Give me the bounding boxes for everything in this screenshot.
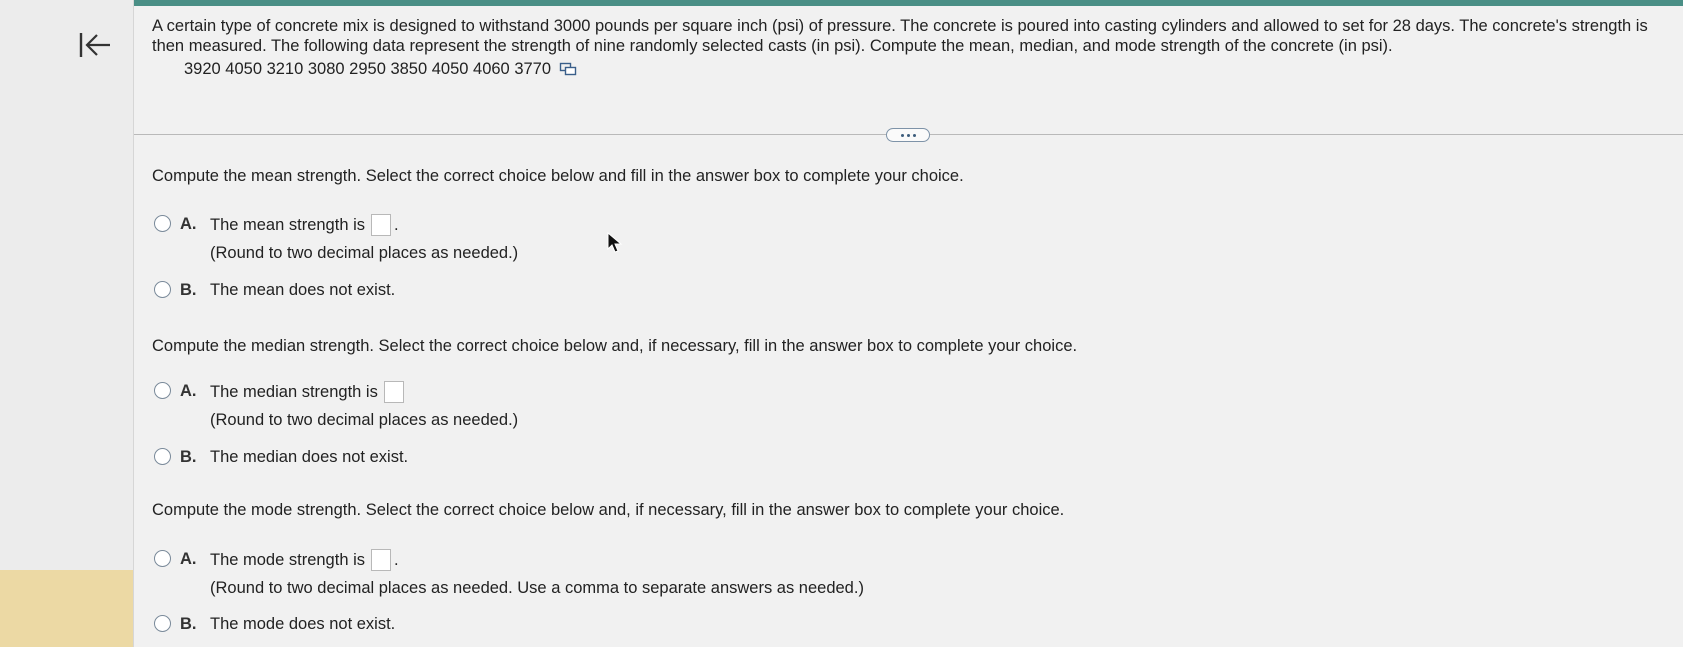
- mean-prompt: Compute the mean strength. Select the co…: [152, 167, 964, 185]
- choice-main: The median strength is: [210, 381, 518, 403]
- median-answer-box[interactable]: [383, 381, 404, 403]
- left-rail: [0, 0, 134, 647]
- copy-data-icon: [559, 62, 577, 76]
- median-b-text: The median does not exist.: [210, 448, 409, 466]
- choice-body: The median strength is (Round to two dec…: [210, 381, 518, 430]
- median-a-text: The median strength is: [210, 383, 378, 401]
- mean-choice-a-radio[interactable]: [154, 215, 171, 232]
- mean-b-text: The mean does not exist.: [210, 281, 396, 299]
- mean-answer-box[interactable]: [371, 214, 391, 236]
- choice-letter: B.: [180, 615, 197, 633]
- choice-letter: B.: [180, 448, 197, 466]
- back-button[interactable]: [76, 26, 114, 64]
- choice-body: The mode strength is . (Round to two dec…: [210, 549, 864, 598]
- mouse-cursor-icon: [607, 232, 623, 253]
- more-options-button[interactable]: [886, 128, 930, 142]
- mode-a-hint: (Round to two decimal places as needed. …: [210, 579, 864, 597]
- mean-a-text: The mean strength is: [210, 216, 365, 234]
- data-values-line: 3920 4050 3210 3080 2950 3850 4050 4060 …: [184, 59, 577, 79]
- mode-prompt: Compute the mode strength. Select the co…: [152, 501, 1065, 519]
- median-choice-b[interactable]: B. The median does not exist.: [154, 447, 408, 467]
- mean-a-hint: (Round to two decimal places as needed.): [210, 244, 519, 262]
- mode-answer-box[interactable]: [371, 549, 391, 571]
- choice-letter: A.: [180, 382, 197, 400]
- mean-choice-b[interactable]: B. The mean does not exist.: [154, 280, 395, 300]
- mode-a-period: .: [394, 551, 399, 569]
- median-prompt: Compute the median strength. Select the …: [152, 337, 1078, 355]
- median-choice-b-radio[interactable]: [154, 448, 171, 465]
- choice-main: The mode strength is .: [210, 549, 864, 571]
- choice-letter: A.: [180, 550, 197, 568]
- mean-choice-a[interactable]: A. The mean strength is . (Round to two …: [154, 214, 518, 263]
- more-options-icon: [900, 133, 916, 137]
- copy-data-button[interactable]: [559, 62, 577, 76]
- back-to-start-icon: [79, 33, 110, 57]
- mean-choice-b-radio[interactable]: [154, 281, 171, 298]
- mode-choice-b[interactable]: B. The mode does not exist.: [154, 614, 395, 634]
- choice-main: The mean strength is .: [210, 214, 518, 236]
- mode-choice-a[interactable]: A. The mode strength is . (Round to two …: [154, 549, 864, 598]
- median-a-hint: (Round to two decimal places as needed.): [210, 411, 519, 429]
- mode-choice-a-radio[interactable]: [154, 550, 171, 567]
- data-values: 3920 4050 3210 3080 2950 3850 4050 4060 …: [184, 60, 552, 78]
- mean-a-period: .: [394, 216, 399, 234]
- median-choice-a[interactable]: A. The median strength is (Round to two …: [154, 381, 518, 430]
- choice-letter: B.: [180, 281, 197, 299]
- rail-accent: [0, 570, 133, 647]
- median-choice-a-radio[interactable]: [154, 382, 171, 399]
- choice-body: The mean strength is . (Round to two dec…: [210, 214, 518, 263]
- mode-a-text: The mode strength is: [210, 551, 365, 569]
- mode-b-text: The mode does not exist.: [210, 615, 396, 633]
- problem-statement: A certain type of concrete mix is design…: [152, 17, 1648, 55]
- choice-letter: A.: [180, 215, 197, 233]
- question-panel: A certain type of concrete mix is design…: [134, 0, 1683, 647]
- mode-choice-b-radio[interactable]: [154, 615, 171, 632]
